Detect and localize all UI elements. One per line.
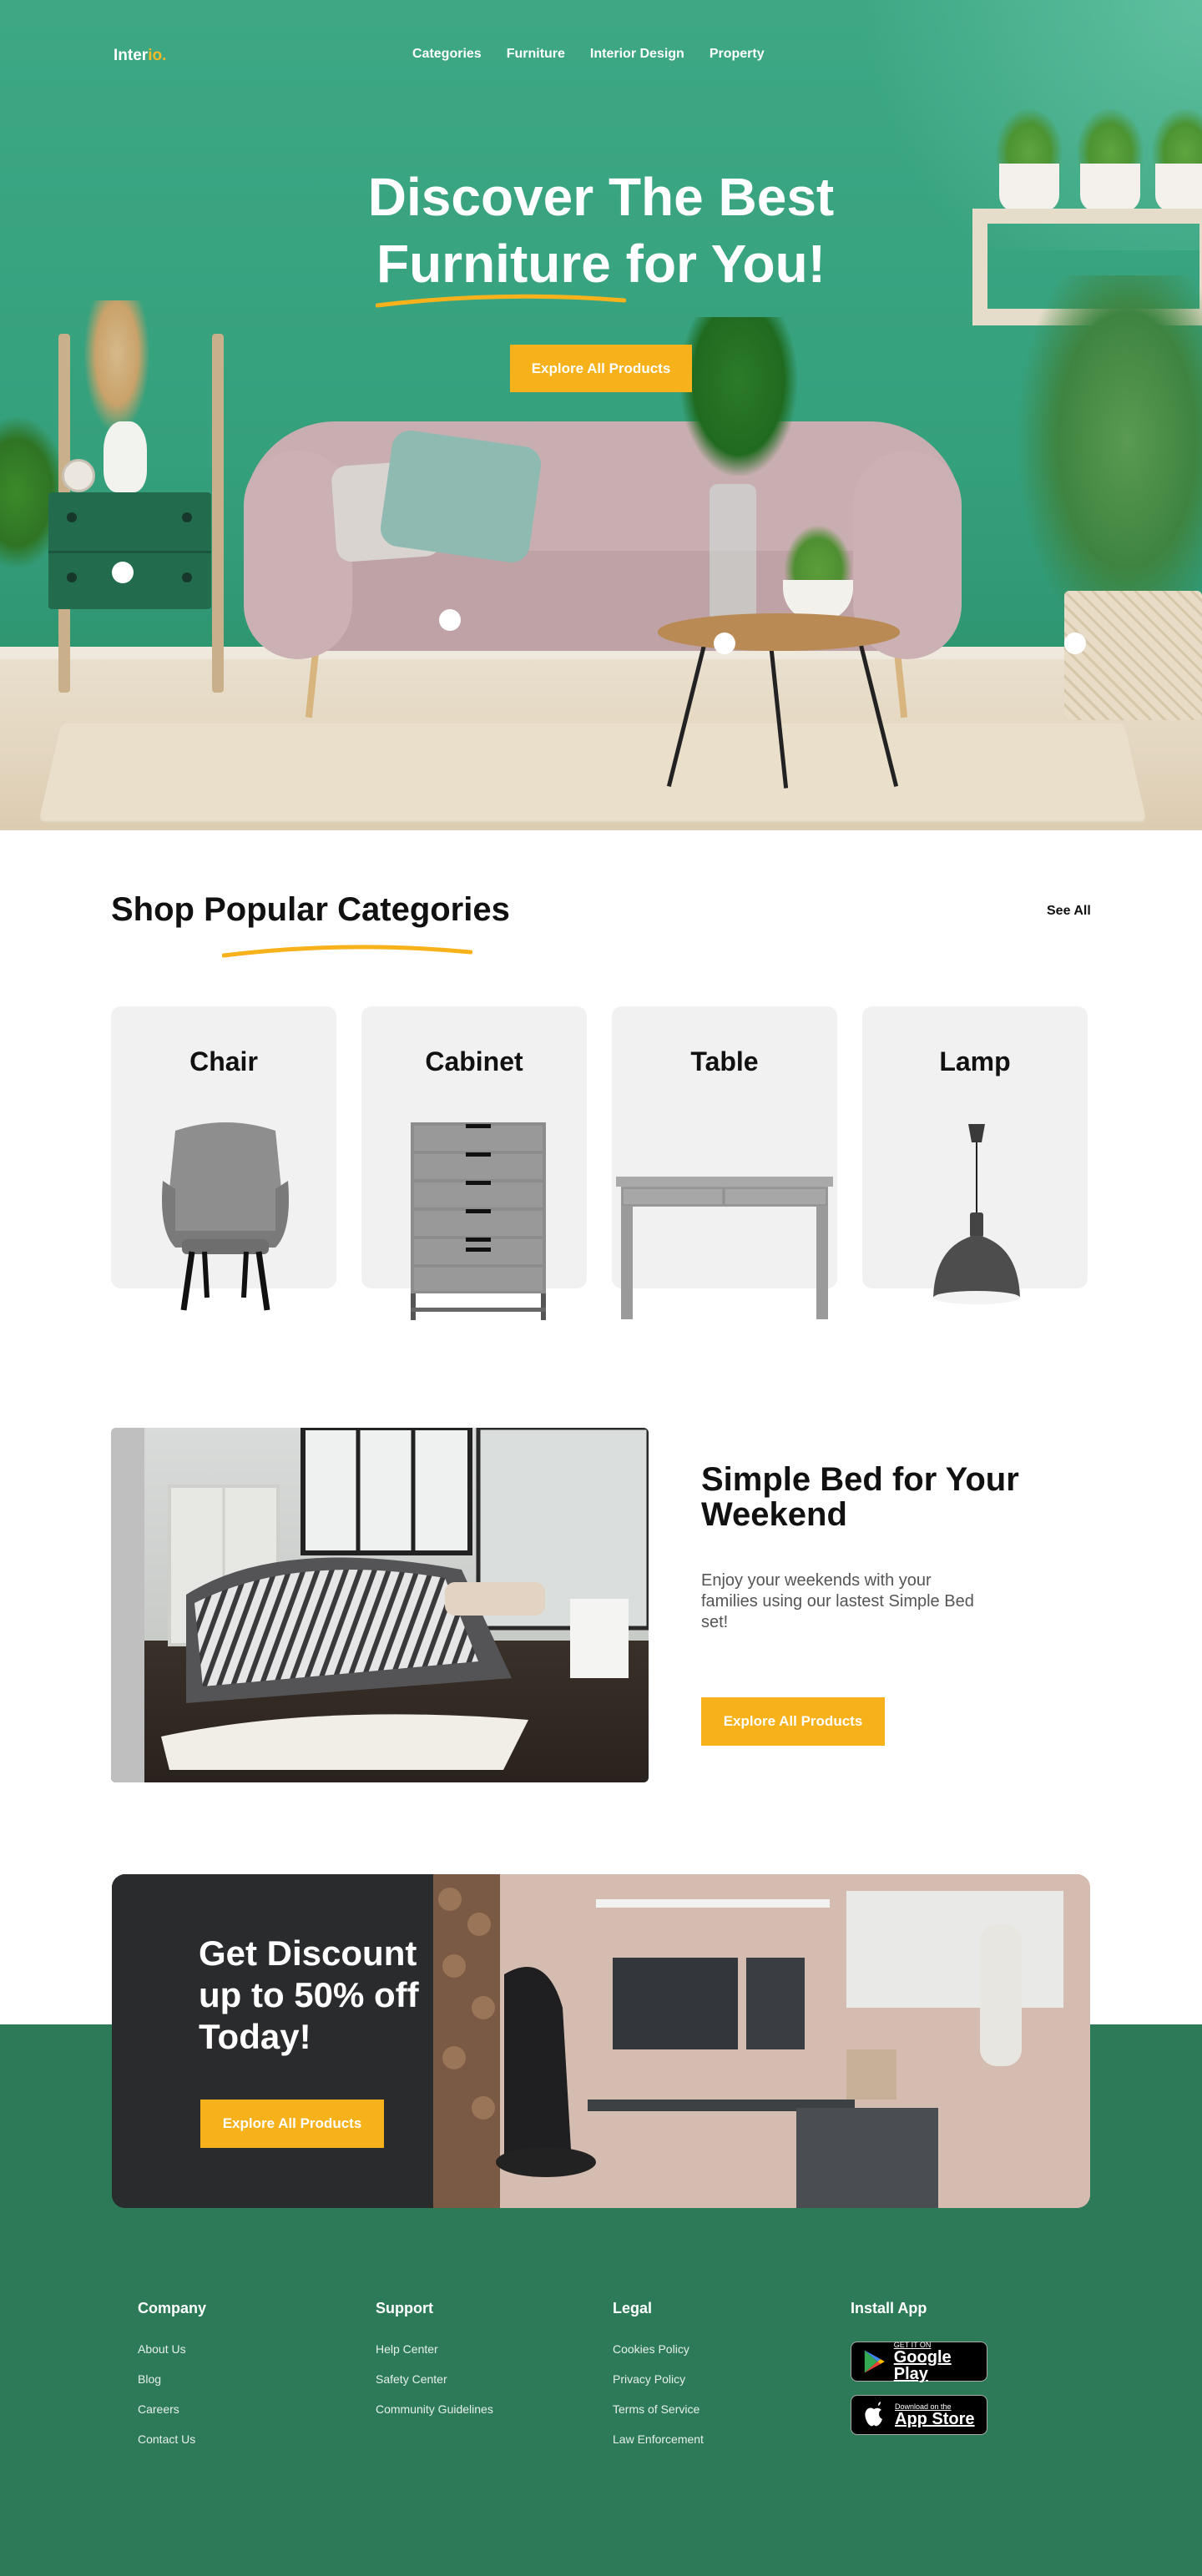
footer-heading: Company [138, 2300, 207, 2316]
title-underline-decoration [376, 294, 626, 308]
apple-icon [865, 2402, 882, 2427]
hero-rug [38, 723, 1147, 823]
pillow-image [378, 428, 543, 565]
footer-legal-column: Legal Cookies Policy Privacy Policy Term… [613, 2300, 704, 2463]
google-play-badge[interactable]: GET IT ON Google Play [851, 2341, 987, 2382]
chair-image [162, 1122, 289, 1311]
footer-link-help-center[interactable]: Help Center [376, 2342, 493, 2356]
footer-link-about-us[interactable]: About Us [138, 2342, 206, 2356]
main-menu: Categories Furniture Interior Design Pro… [412, 47, 765, 62]
category-label: Cabinet [425, 1046, 523, 1076]
glass-vase-image [710, 484, 756, 622]
clock-image [62, 459, 95, 492]
nav-furniture[interactable]: Furniture [507, 47, 565, 62]
coffee-table-image [658, 613, 900, 651]
footer-company-column: Company About Us Blog Careers Contact Us [138, 2300, 206, 2463]
basket-image [1064, 591, 1202, 720]
footer-heading: Install App [851, 2300, 927, 2316]
footer-link-privacy-policy[interactable]: Privacy Policy [613, 2372, 704, 2386]
discount-explore-button[interactable]: Explore All Products [200, 2100, 384, 2148]
see-all-link[interactable]: See All [1047, 904, 1091, 919]
hero-explore-button[interactable]: Explore All Products [510, 345, 692, 392]
footer-link-cookies-policy[interactable]: Cookies Policy [613, 2342, 704, 2356]
product-hotspot[interactable] [714, 633, 735, 654]
logo[interactable]: Interio. [114, 47, 166, 65]
footer-link-law-enforcement[interactable]: Law Enforcement [613, 2432, 704, 2446]
discount-banner: Get Discount up to 50% off Today! Explor… [112, 1874, 1090, 2208]
table-image [616, 1177, 833, 1319]
lamp-image [933, 1124, 1020, 1304]
hero-title: Discover The Best Furniture for You! [367, 167, 835, 294]
discount-title: Get Discount up to 50% off Today! [199, 1933, 419, 2056]
product-hotspot[interactable] [1064, 633, 1086, 654]
footer-link-blog[interactable]: Blog [138, 2372, 206, 2386]
vase-image [104, 421, 147, 492]
top-nav: Interio. Categories Furniture Interior D… [0, 37, 1202, 70]
nav-categories[interactable]: Categories [412, 47, 482, 62]
footer-support-column: Support Help Center Safety Center Commun… [376, 2300, 493, 2432]
footer-heading: Support [376, 2300, 433, 2316]
footer-heading: Legal [613, 2300, 653, 2316]
google-play-icon [864, 2350, 885, 2373]
pampas-image [83, 300, 150, 434]
bedroom-image [111, 1428, 649, 1782]
title-underline-decoration [222, 945, 472, 958]
hero-section: Interio. Categories Furniture Interior D… [0, 0, 1202, 830]
product-hotspot[interactable] [439, 609, 461, 631]
monstera-image [680, 317, 797, 476]
categories-title: Shop Popular Categories [111, 891, 510, 928]
bed-section-description: Enjoy your weekends with your families u… [701, 1571, 974, 1631]
category-label: Lamp [939, 1046, 1011, 1076]
nav-interior-design[interactable]: Interior Design [590, 47, 684, 62]
footer-link-terms-of-service[interactable]: Terms of Service [613, 2402, 704, 2416]
bed-explore-button[interactable]: Explore All Products [701, 1697, 885, 1746]
footer-link-careers[interactable]: Careers [138, 2402, 206, 2416]
footer-link-contact-us[interactable]: Contact Us [138, 2432, 206, 2446]
category-label: Table [690, 1046, 759, 1076]
footer-link-community-guidelines[interactable]: Community Guidelines [376, 2402, 493, 2416]
nav-property[interactable]: Property [710, 47, 765, 62]
bed-section-title: Simple Bed for Your Weekend [701, 1461, 1019, 1533]
cabinet-image [411, 1122, 546, 1320]
product-hotspot[interactable] [112, 562, 134, 583]
big-plant-image [1018, 275, 1202, 643]
footer-link-safety-center[interactable]: Safety Center [376, 2372, 493, 2386]
green-cabinet-image [48, 492, 211, 609]
footer-app-column: Install App [851, 2300, 927, 2342]
app-store-badge[interactable]: Download on the App Store [851, 2395, 987, 2435]
category-label: Chair [189, 1046, 258, 1076]
